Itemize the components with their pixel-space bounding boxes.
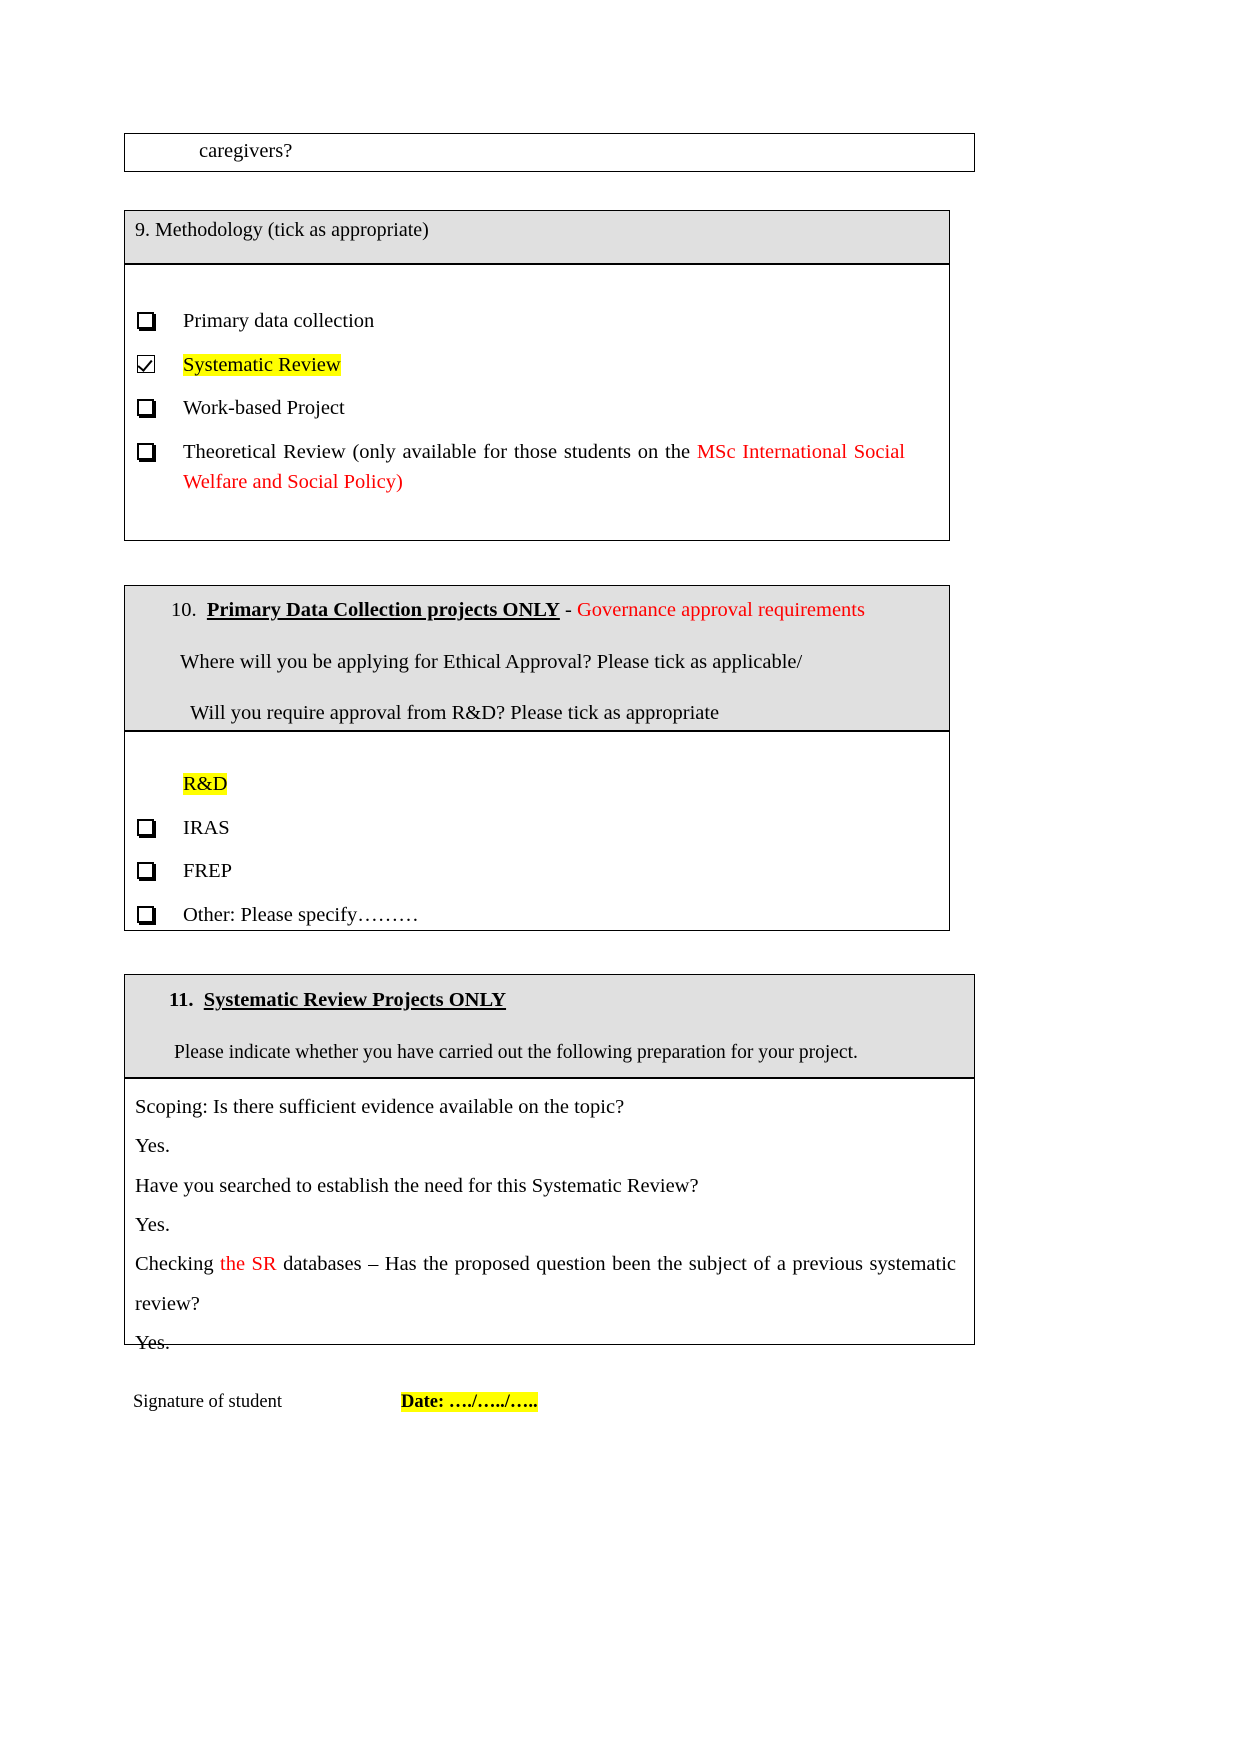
- sr-prep-question: Have you searched to establish the need …: [135, 1174, 699, 1197]
- date-field[interactable]: Date: …./…../…..: [401, 1392, 538, 1412]
- signature-row: Signature of student Date: …./…../…..: [133, 1392, 833, 1413]
- methodology-option-row[interactable]: Work-based Project: [125, 394, 927, 424]
- sr-prep-question: Checking the SR databases – Has the prop…: [135, 1253, 956, 1315]
- question-10-line-2: Will you require approval from R&D? Plea…: [190, 702, 720, 725]
- question-10-line-1: Where will you be applying for Ethical A…: [180, 650, 803, 673]
- approval-option-label: FREP: [183, 860, 232, 883]
- question-10-number: 10.: [171, 599, 197, 621]
- question-9-heading-text: 9. Methodology (tick as appropriate): [135, 219, 429, 241]
- checkbox-unchecked-icon[interactable]: [125, 307, 183, 333]
- sr-prep-question: Scoping: Is there sufficient evidence av…: [135, 1096, 625, 1118]
- methodology-option-label: Work-based Project: [183, 397, 345, 420]
- question-10-header: 10. Primary Data Collection projects ONL…: [124, 585, 950, 731]
- question-11-header: 11. Systematic Review Projects ONLY Plea…: [124, 974, 975, 1078]
- document-page: caregivers? 9. Methodology (tick as appr…: [0, 0, 1241, 1754]
- checkbox-unchecked-icon[interactable]: [125, 901, 183, 927]
- approval-option-row[interactable]: FREP: [125, 857, 949, 887]
- question-11-title-line: 11. Systematic Review Projects ONLY: [169, 986, 964, 1016]
- rd-heading-row: R&D: [125, 770, 949, 800]
- question-10-body: R&D IRAS FREP Other: Please specify………: [124, 731, 950, 931]
- question-9-header: 9. Methodology (tick as appropriate): [124, 210, 950, 264]
- question-11-title: Systematic Review Projects ONLY: [203, 989, 507, 1011]
- carryover-question-box: caregivers?: [124, 133, 975, 172]
- question-10-dash: -: [559, 599, 577, 621]
- methodology-option-label: Theoretical Review (only available for t…: [183, 441, 905, 493]
- approval-option-row[interactable]: Other: Please specify………: [125, 901, 949, 931]
- question-11-number: 11.: [169, 989, 194, 1011]
- sr-prep-answer: Yes.: [135, 1135, 170, 1158]
- question-11-body: Scoping: Is there sufficient evidence av…: [124, 1078, 975, 1354]
- sr-prep-answer: Yes.: [135, 1214, 170, 1237]
- signature-label: Signature of student: [133, 1392, 283, 1412]
- methodology-option-label-highlighted: Systematic Review: [183, 353, 341, 376]
- question-9-body: Primary data collection Systematic Revie…: [124, 264, 950, 541]
- rd-label-highlighted: R&D: [183, 773, 228, 795]
- checkbox-unchecked-icon[interactable]: [125, 394, 183, 420]
- approval-option-label-other[interactable]: Other: Please specify………: [183, 901, 949, 931]
- checkbox-checked-icon[interactable]: [125, 351, 183, 377]
- methodology-option-row[interactable]: Theoretical Review (only available for t…: [125, 438, 927, 497]
- methodology-option-row[interactable]: Primary data collection: [125, 307, 927, 337]
- approval-option-label: IRAS: [183, 816, 230, 839]
- question-10-title: Primary Data Collection projects ONLY: [206, 599, 560, 621]
- checkbox-unchecked-icon[interactable]: [125, 438, 183, 464]
- question-10-red-subtitle: Governance approval requirements: [576, 599, 865, 621]
- checkbox-unchecked-icon[interactable]: [125, 814, 183, 840]
- sr-prep-answer: Yes.: [135, 1332, 170, 1355]
- question-11-instruction: Please indicate whether you have carried…: [174, 1041, 858, 1063]
- methodology-option-row[interactable]: Systematic Review: [125, 351, 927, 381]
- rd-spacer: [125, 770, 183, 796]
- checkbox-unchecked-icon[interactable]: [125, 857, 183, 883]
- methodology-option-label: Primary data collection: [183, 310, 375, 332]
- carryover-question-text: caregivers?: [199, 140, 293, 162]
- question-10-title-line: 10. Primary Data Collection projects ONL…: [171, 596, 939, 626]
- sr-prep-question-red: the SR: [220, 1253, 277, 1276]
- approval-option-row[interactable]: IRAS: [125, 814, 949, 844]
